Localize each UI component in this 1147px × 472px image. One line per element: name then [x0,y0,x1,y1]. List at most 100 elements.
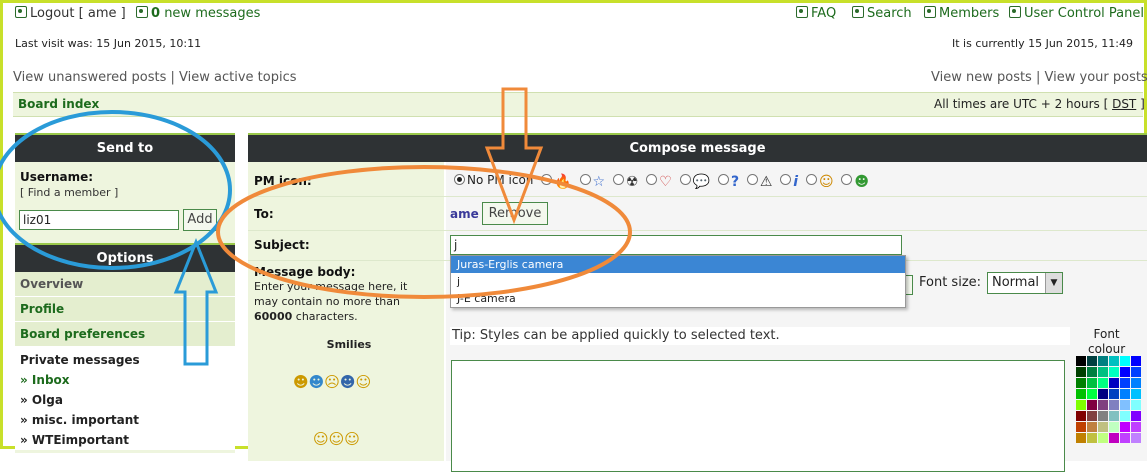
colour-swatch[interactable] [1098,367,1108,377]
smiley-blue-icon[interactable]: ☻ [309,373,325,391]
dst-link[interactable]: DST [1112,97,1136,111]
colour-swatch[interactable] [1087,411,1097,421]
colour-swatch[interactable] [1076,356,1086,366]
send-to-header: Send to [15,133,235,162]
colour-swatch[interactable] [1120,378,1130,388]
smiley-icon[interactable]: ☺ [313,430,329,448]
colour-swatch[interactable] [1120,356,1130,366]
view-your-posts-link[interactable]: View your posts [1045,70,1147,85]
pm-icon-radio[interactable] [612,174,624,185]
colour-swatch[interactable] [1076,411,1086,421]
colour-swatch[interactable] [1109,378,1119,388]
colour-swatch[interactable] [1131,378,1141,388]
colour-swatch[interactable] [1098,356,1108,366]
colour-swatch[interactable] [1120,433,1130,443]
colour-swatch[interactable] [1076,367,1086,377]
view-unanswered-link[interactable]: View unanswered posts [13,70,166,85]
colour-swatch[interactable] [1087,367,1097,377]
colour-swatch[interactable] [1131,367,1141,377]
colour-swatch[interactable] [1109,433,1119,443]
colour-swatch[interactable] [1087,433,1097,443]
board-index-link[interactable]: Board index [18,97,99,111]
folder-inbox[interactable]: » Inbox [15,370,235,390]
colour-swatch[interactable] [1131,411,1141,421]
pm-icon-radio-none[interactable] [454,174,465,185]
subject-label: Subject: [248,231,444,260]
colour-swatch[interactable] [1109,356,1119,366]
colour-swatch[interactable] [1098,422,1108,432]
colour-swatch[interactable] [1076,389,1086,399]
username-input[interactable]: liz01 [19,210,179,230]
colour-swatch[interactable] [1076,433,1086,443]
colour-swatch[interactable] [1087,356,1097,366]
colour-swatch[interactable] [1109,367,1119,377]
colour-swatch[interactable] [1131,400,1141,410]
remove-button[interactable]: Remove [482,202,548,225]
smiley-icon[interactable]: ☺ [344,430,360,448]
recipient-name[interactable]: ame [450,207,479,221]
autocomplete-item[interactable]: Juras-Erglis camera [451,256,905,273]
colour-swatch[interactable] [1131,356,1141,366]
find-member-link[interactable]: Find a member [28,186,111,199]
pm-icon-radio[interactable] [841,174,853,185]
folder-olga[interactable]: » Olga [15,390,235,410]
compose-header: Compose message [248,133,1147,162]
colour-swatch[interactable] [1120,400,1130,410]
colour-swatch[interactable] [1131,389,1141,399]
pm-icon-radio[interactable] [717,174,729,185]
view-active-link[interactable]: View active topics [179,70,296,85]
colour-swatch[interactable] [1087,389,1097,399]
ucp-link[interactable]: User Control Panel [1009,6,1144,21]
colour-swatch[interactable] [1098,433,1108,443]
smiley-icon[interactable]: ☺ [329,430,345,448]
logout-link[interactable]: Logout [ ame ] [15,6,126,21]
nav-profile[interactable]: Profile [15,297,235,322]
subject-input[interactable]: j [450,235,902,255]
smiley-smile-icon[interactable]: ☺ [356,373,372,391]
colour-swatch[interactable] [1120,411,1130,421]
font-size-select[interactable]: Normal ▼ [987,272,1063,294]
pm-icon-radio[interactable] [746,174,758,185]
smiley-dizzy-icon[interactable]: ☻ [340,373,356,391]
colour-swatch[interactable] [1109,411,1119,421]
folder-wteimportant[interactable]: » WTEimportant [15,430,235,450]
colour-swatch[interactable] [1109,400,1119,410]
colour-swatch[interactable] [1098,400,1108,410]
colour-swatch[interactable] [1120,367,1130,377]
colour-swatch[interactable] [1087,422,1097,432]
pm-icon-radio[interactable] [541,174,553,185]
autocomplete-item[interactable]: j [451,273,905,290]
pm-icon-radio[interactable] [679,174,691,185]
colour-swatch[interactable] [1076,422,1086,432]
pm-icon-radio[interactable] [646,174,658,185]
nav-overview[interactable]: Overview [15,272,235,297]
pm-icon-radio[interactable] [780,174,792,185]
new-messages-link[interactable]: 0 new messages [136,6,260,21]
members-link[interactable]: Members [924,6,999,21]
search-link[interactable]: Search [852,6,912,21]
colour-swatch[interactable] [1120,389,1130,399]
colour-swatch[interactable] [1098,389,1108,399]
colour-swatch[interactable] [1109,389,1119,399]
colour-swatch[interactable] [1098,378,1108,388]
message-textarea[interactable] [451,360,1065,472]
autocomplete-item[interactable]: J-E camera [451,290,905,307]
pm-icon-radio[interactable] [579,174,591,185]
view-new-posts-link[interactable]: View new posts [931,70,1032,85]
nav-board-preferences[interactable]: Board preferences [15,322,235,347]
colour-swatch[interactable] [1076,400,1086,410]
smiley-sad-icon[interactable]: ☹ [324,373,340,391]
folder-misc-important[interactable]: » misc. important [15,410,235,430]
colour-swatch[interactable] [1120,422,1130,432]
faq-link[interactable]: FAQ [796,6,836,21]
colour-swatch[interactable] [1098,411,1108,421]
colour-swatch[interactable] [1076,378,1086,388]
colour-swatch[interactable] [1087,400,1097,410]
pm-icon-radio[interactable] [805,174,817,185]
smiley-love-icon[interactable]: ☻ [293,373,309,391]
colour-swatch[interactable] [1131,433,1141,443]
colour-swatch[interactable] [1131,422,1141,432]
add-button[interactable]: Add [183,209,217,231]
colour-swatch[interactable] [1109,422,1119,432]
colour-swatch[interactable] [1087,378,1097,388]
